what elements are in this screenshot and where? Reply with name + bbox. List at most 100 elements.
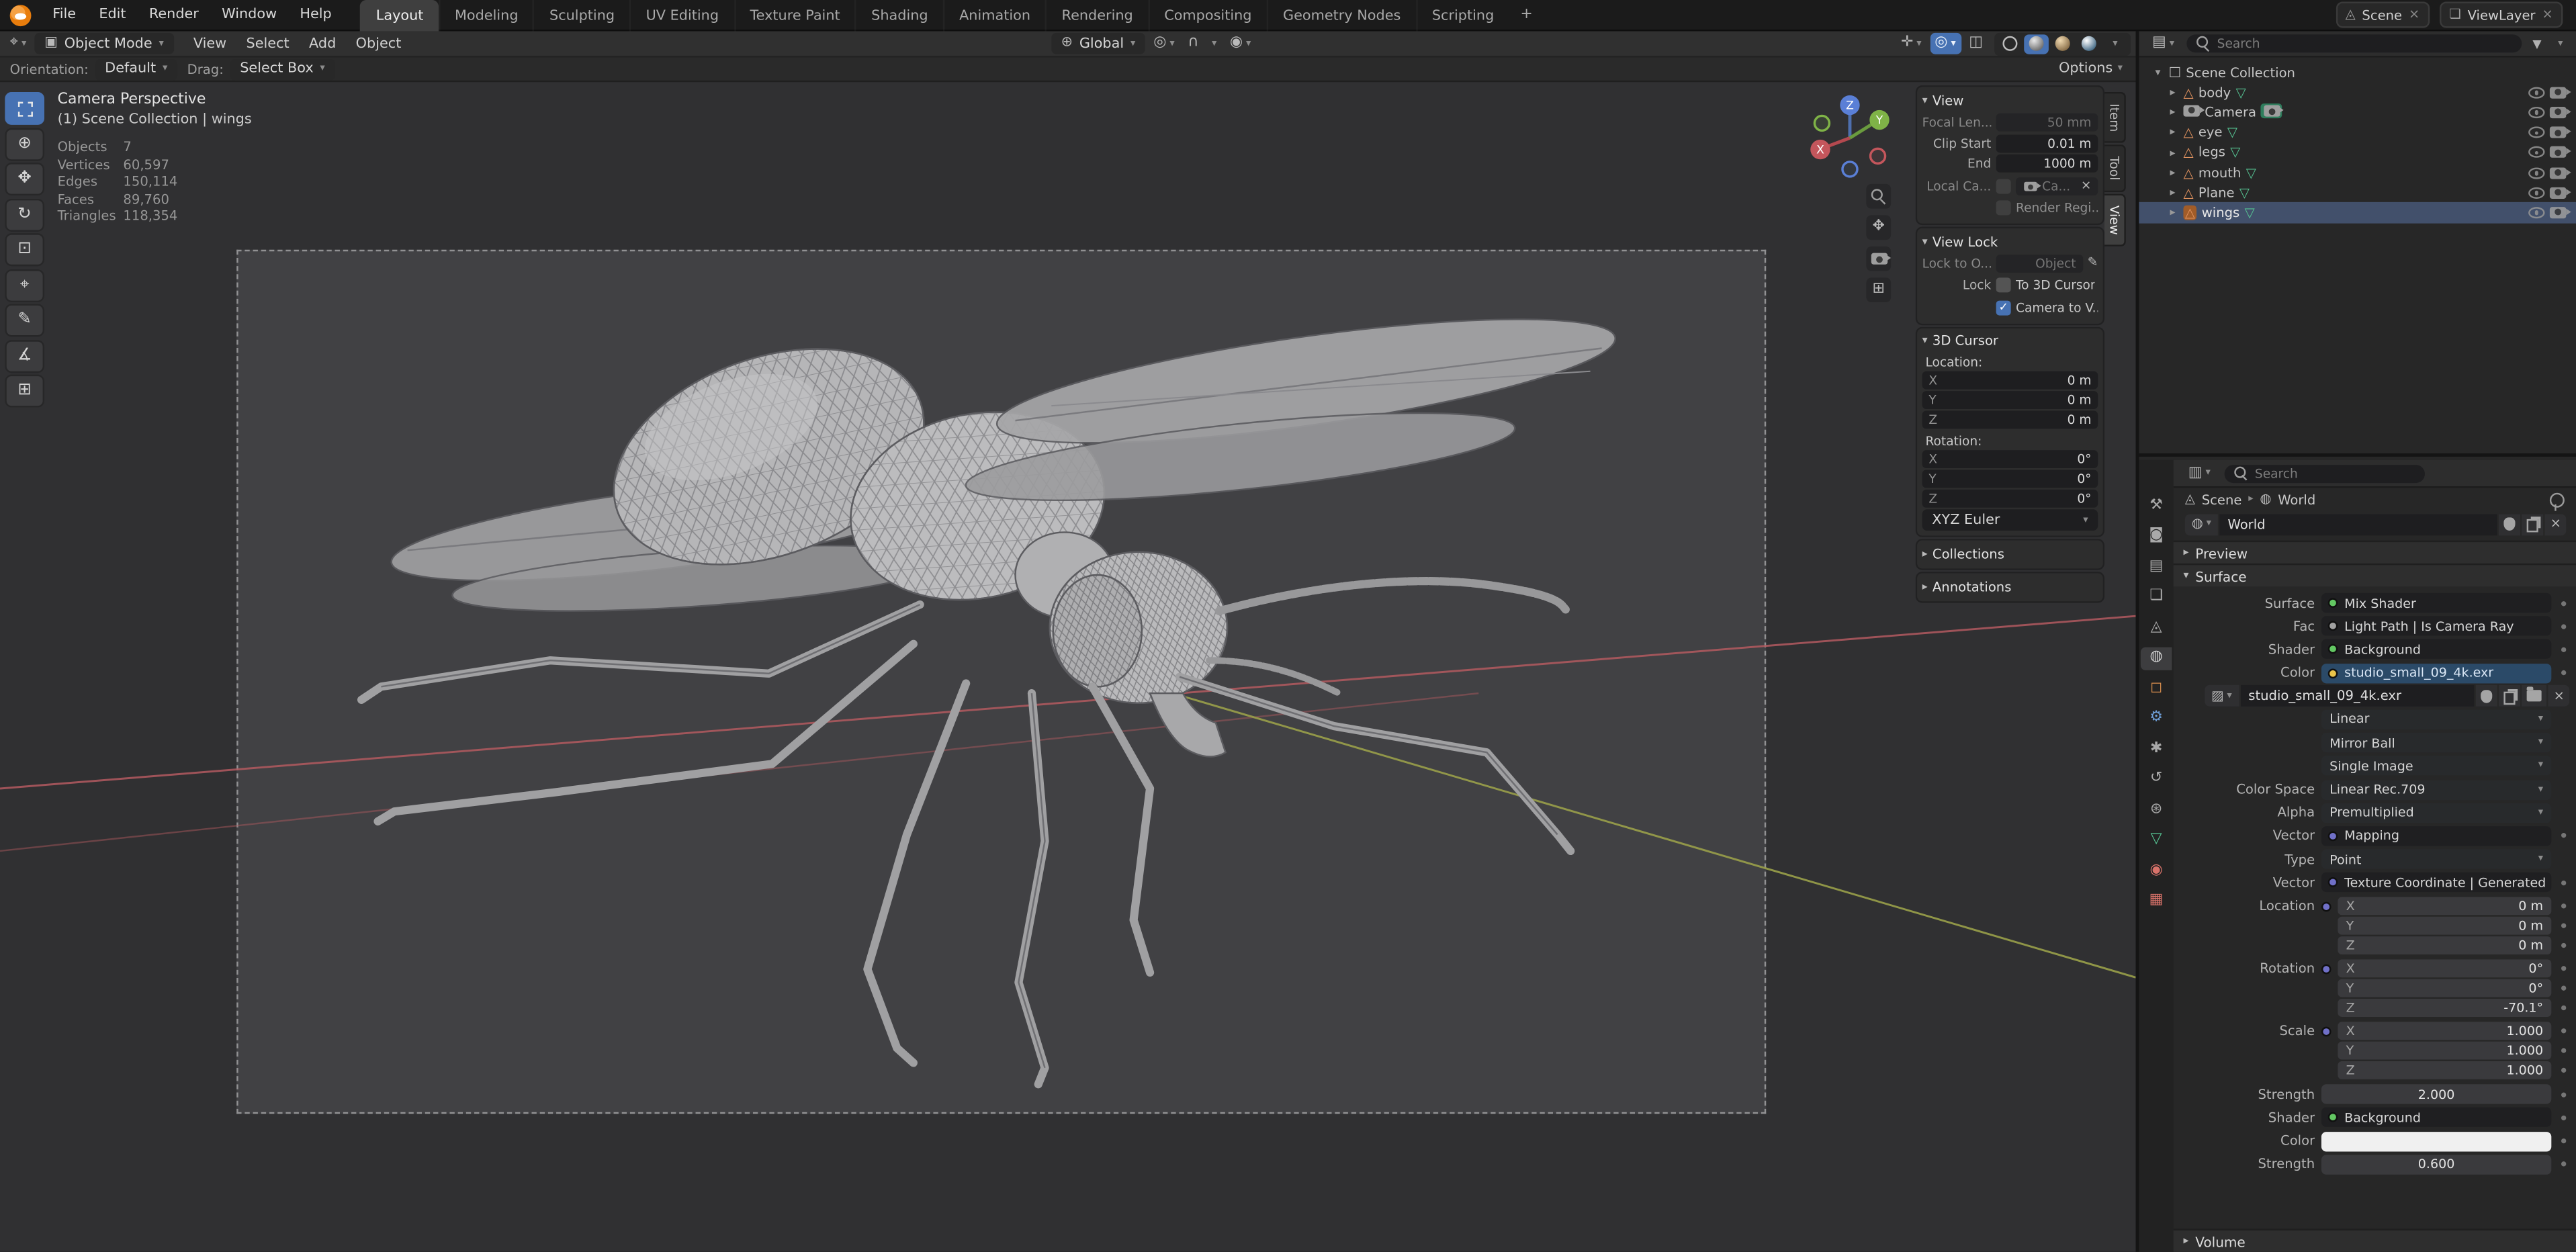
menu-window[interactable]: Window <box>210 0 288 30</box>
colorspace-dropdown[interactable]: Linear Rec.709 <box>2321 780 2551 799</box>
properties-tab-physics[interactable] <box>2141 768 2172 791</box>
cursor-axis-field[interactable]: Z0 m <box>1922 410 2098 428</box>
workspace-tab-modeling[interactable]: Modeling <box>438 0 533 30</box>
panel-surface[interactable]: Surface <box>2174 564 2576 586</box>
viewport-menu-select[interactable]: Select <box>236 30 300 56</box>
image-copy-button[interactable] <box>2499 686 2521 707</box>
panel-header-collections[interactable]: Collections <box>1922 545 2098 562</box>
shader-input-button[interactable]: Background <box>2321 639 2551 659</box>
animate-dot-icon[interactable] <box>2558 1029 2569 1034</box>
disable-render-icon[interactable] <box>2550 87 2566 98</box>
hide-viewport-icon[interactable] <box>2528 127 2544 138</box>
panel-preview[interactable]: Preview <box>2174 541 2576 564</box>
workspace-tab-rendering[interactable]: Rendering <box>1045 0 1148 30</box>
vector-axis-field[interactable]: Y0° <box>2338 979 2551 997</box>
workspace-tab-uv-editing[interactable]: UV Editing <box>629 0 734 30</box>
toggle-perspective-button[interactable] <box>1866 277 1891 302</box>
tool-select-box[interactable] <box>5 92 44 125</box>
vector-input-button[interactable]: Mapping <box>2321 826 2551 846</box>
properties-tab-scene[interactable] <box>2141 616 2172 639</box>
drag-dropdown[interactable]: Select Box <box>230 58 335 80</box>
disable-render-icon[interactable] <box>2550 167 2566 178</box>
expand-icon[interactable] <box>2167 167 2178 178</box>
copy-datablock-button[interactable] <box>2522 513 2544 535</box>
workspace-tab-sculpting[interactable]: Sculpting <box>533 0 630 30</box>
animate-dot-icon[interactable] <box>2558 880 2569 885</box>
disable-render-icon[interactable] <box>2550 127 2566 138</box>
disable-render-icon[interactable] <box>2550 187 2566 198</box>
animate-dot-icon[interactable] <box>2558 967 2569 971</box>
zoom-button[interactable] <box>1866 184 1891 209</box>
xray-toggle[interactable] <box>1964 33 1988 54</box>
outliner-search[interactable]: Search <box>2186 34 2521 52</box>
focal-length-field[interactable]: 50 mm <box>1996 113 2098 131</box>
blender-logo-icon[interactable] <box>10 4 32 26</box>
properties-tab-output[interactable] <box>2141 555 2172 578</box>
outliner-item-body[interactable]: body <box>2139 83 2576 103</box>
image-unlink-button[interactable] <box>2548 686 2569 707</box>
workspace-tab-geometry-nodes[interactable]: Geometry Nodes <box>1267 0 1416 30</box>
animate-dot-icon[interactable] <box>2558 834 2569 838</box>
animate-dot-icon[interactable] <box>2558 1138 2569 1143</box>
strength-slider[interactable]: 2.000 <box>2321 1085 2551 1104</box>
outliner-item-camera[interactable]: Camera <box>2139 103 2576 123</box>
orientation-dropdown[interactable]: Global <box>1051 33 1145 54</box>
fake-user-button[interactable] <box>2499 513 2521 535</box>
properties-tab-particles[interactable] <box>2141 737 2172 760</box>
collapse-icon[interactable] <box>2152 67 2164 78</box>
show-gizmo-dropdown[interactable] <box>1896 33 1926 54</box>
outliner-item-mouth[interactable]: mouth <box>2139 163 2576 183</box>
disable-render-icon[interactable] <box>2550 107 2566 118</box>
shading-wireframe-button[interactable] <box>1998 34 2023 53</box>
outliner-collection-row[interactable]: Scene Collection <box>2139 62 2576 83</box>
expand-icon[interactable] <box>2167 127 2178 138</box>
animate-dot-icon[interactable] <box>2558 1116 2569 1120</box>
tool-move[interactable] <box>5 163 44 195</box>
shading-dropdown[interactable] <box>2103 34 2128 53</box>
vector-axis-field[interactable]: X0° <box>2338 960 2551 978</box>
breadcrumb-world[interactable]: World <box>2278 492 2315 507</box>
color-input-button[interactable]: studio_small_09_4k.exr <box>2321 663 2551 682</box>
panel-header-view[interactable]: View <box>1922 92 2098 108</box>
outliner-item-eye[interactable]: eye <box>2139 122 2576 142</box>
vector-axis-field[interactable]: Y0 m <box>2338 917 2551 935</box>
tool-cursor[interactable] <box>5 128 44 161</box>
clip-end-field[interactable]: 1000 m <box>1996 154 2098 173</box>
vector-axis-field[interactable]: Z1.000 <box>2338 1062 2551 1080</box>
properties-tab-object[interactable] <box>2141 677 2172 700</box>
pin-icon[interactable] <box>2550 492 2565 507</box>
tool-measure[interactable] <box>5 339 44 372</box>
pivot-dropdown[interactable] <box>1149 33 1180 54</box>
hide-viewport-icon[interactable] <box>2528 207 2544 218</box>
mode-dropdown[interactable]: Object Mode <box>35 33 174 54</box>
breadcrumb-scene[interactable]: Scene <box>2202 492 2242 507</box>
properties-tab-modifiers[interactable] <box>2141 707 2172 730</box>
animate-dot-icon[interactable] <box>2558 1005 2569 1010</box>
camera-view-button[interactable] <box>1866 247 1891 271</box>
hide-viewport-icon[interactable] <box>2528 147 2544 159</box>
panel-header-annotations[interactable]: Annotations <box>1922 578 2098 594</box>
image-fake-user-button[interactable] <box>2477 686 2498 707</box>
cursor-axis-field[interactable]: Y0° <box>1922 469 2098 487</box>
snap-toggle[interactable] <box>1183 33 1204 54</box>
unlink-scene-icon[interactable] <box>2409 8 2419 21</box>
tool-annotate[interactable] <box>5 304 44 337</box>
add-workspace-button[interactable]: + <box>1509 0 1544 30</box>
animate-dot-icon[interactable] <box>2558 647 2569 652</box>
animate-dot-icon[interactable] <box>2558 600 2569 605</box>
cursor-axis-field[interactable]: Z0° <box>1922 489 2098 507</box>
outliner-item-legs[interactable]: legs <box>2139 142 2576 163</box>
shading-material-button[interactable] <box>2050 34 2075 53</box>
background-strength-slider[interactable]: 0.600 <box>2321 1155 2551 1174</box>
clip-start-field[interactable]: 0.01 m <box>1996 135 2098 153</box>
menu-help[interactable]: Help <box>288 0 343 30</box>
interpolation-dropdown[interactable]: Linear <box>2321 709 2551 729</box>
fac-input-button[interactable]: Light Path | Is Camera Ray <box>2321 617 2551 636</box>
scene-selector[interactable]: Scene <box>2336 1 2430 28</box>
snap-dropdown[interactable] <box>1207 33 1222 54</box>
animate-dot-icon[interactable] <box>2558 670 2569 675</box>
vector-axis-field[interactable]: Z0 m <box>2338 937 2551 955</box>
hide-viewport-icon[interactable] <box>2528 167 2544 178</box>
workspace-tab-scripting[interactable]: Scripting <box>1415 0 1509 30</box>
render-region-checkbox[interactable] <box>1996 200 2011 215</box>
